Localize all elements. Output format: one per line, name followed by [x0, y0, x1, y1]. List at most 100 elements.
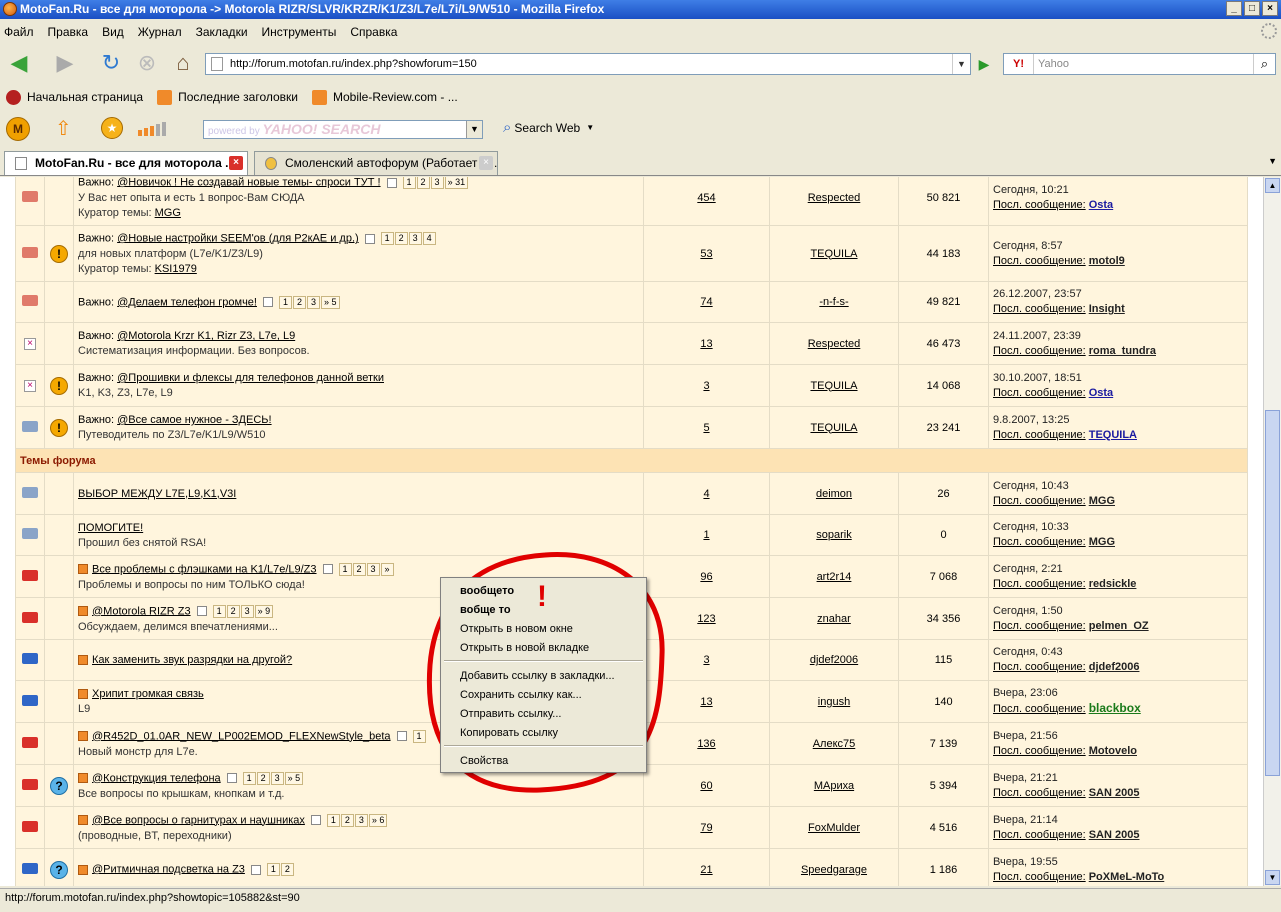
- last-poster-link[interactable]: MGG: [1089, 536, 1115, 548]
- author-link[interactable]: soparik: [816, 529, 851, 541]
- page-link[interactable]: » 5: [320, 295, 340, 309]
- scroll-down-button[interactable]: ▼: [1265, 870, 1280, 885]
- topic-title-link[interactable]: @R452D_01.0AR_NEW_LP002EMOD_FLEXNewStyle…: [92, 730, 391, 742]
- last-post-link[interactable]: Посл. сообщение:: [993, 703, 1086, 715]
- last-poster-link[interactable]: roma_tundra: [1089, 345, 1156, 357]
- author-link[interactable]: TEQUILA: [810, 380, 857, 392]
- page-link[interactable]: 1: [212, 604, 226, 618]
- scroll-up-button[interactable]: ▲: [1265, 178, 1280, 193]
- page-link[interactable]: 1: [326, 813, 340, 827]
- curator-link[interactable]: KSI1979: [155, 263, 197, 275]
- author-link[interactable]: FoxMulder: [808, 822, 860, 834]
- last-post-link[interactable]: Посл. сообщение:: [993, 871, 1086, 883]
- topic-title-link[interactable]: @Motorola Krzr K1, Rizr Z3, L7e, L9: [117, 330, 295, 342]
- page-link[interactable]: 3: [366, 562, 380, 576]
- page-link[interactable]: 2: [280, 863, 294, 876]
- star-icon[interactable]: ★: [101, 117, 123, 139]
- last-post-link[interactable]: Посл. сообщение:: [993, 661, 1086, 673]
- topic-title-link[interactable]: Как заменить звук разрядки на другой?: [92, 654, 292, 666]
- context-open-new-tab[interactable]: Открыть в новой вкладке: [460, 639, 589, 657]
- context-bookmark-link[interactable]: Добавить ссылку в закладки...: [460, 667, 615, 685]
- page-link[interactable]: 3: [430, 177, 444, 189]
- topic-title-link[interactable]: @Новые настройки SEEM'ов (для P2кАЕ и др…: [117, 232, 359, 244]
- replies-count-link[interactable]: 5: [703, 422, 709, 434]
- search-icon[interactable]: ⌕: [1253, 54, 1275, 74]
- minimize-button[interactable]: _: [1226, 1, 1242, 16]
- replies-count-link[interactable]: 13: [700, 696, 712, 708]
- page-link[interactable]: 1: [242, 771, 256, 785]
- bookmark-home[interactable]: Начальная страница: [6, 89, 143, 105]
- last-post-link[interactable]: Посл. сообщение:: [993, 536, 1086, 548]
- menu-view[interactable]: Вид: [102, 25, 124, 39]
- menu-file[interactable]: Файл: [4, 25, 34, 39]
- author-link[interactable]: TEQUILA: [810, 248, 857, 260]
- page-link[interactable]: » 6: [368, 813, 388, 827]
- bookmark-latest-headlines[interactable]: Последние заголовки: [157, 89, 298, 105]
- page-link[interactable]: 2: [416, 177, 430, 189]
- curator-link[interactable]: MGG: [155, 207, 181, 219]
- topic-title-link[interactable]: @Ритмичная подсветка на Z3: [92, 863, 245, 875]
- page-link[interactable]: 2: [340, 813, 354, 827]
- replies-count-link[interactable]: 74: [700, 296, 712, 308]
- last-post-link[interactable]: Посл. сообщение:: [993, 199, 1086, 211]
- last-poster-link[interactable]: PoXMeL-MoTo: [1089, 871, 1165, 883]
- menu-edit[interactable]: Правка: [48, 25, 89, 39]
- author-link[interactable]: znahar: [817, 613, 851, 625]
- topic-title-link[interactable]: ПОМОГИТЕ!: [78, 522, 143, 534]
- search-bar[interactable]: Y! Yahoo ⌕: [1003, 53, 1276, 75]
- page-link[interactable]: 3: [408, 232, 422, 245]
- author-link[interactable]: -n-f-s-: [819, 296, 848, 308]
- author-link[interactable]: TEQUILA: [810, 422, 857, 434]
- last-poster-link[interactable]: motol9: [1089, 255, 1125, 267]
- topic-title-link[interactable]: @Делаем телефон громче!: [117, 296, 257, 308]
- menu-bookmarks[interactable]: Закладки: [196, 25, 248, 39]
- topic-title-link[interactable]: ВЫБОР МЕЖДУ L7E,L9,K1,V3I: [78, 488, 236, 500]
- last-post-link[interactable]: Посл. сообщение:: [993, 345, 1086, 357]
- page-link[interactable]: 2: [256, 771, 270, 785]
- yahoo-search-input[interactable]: powered by YAHOO! SEARCH ▼: [203, 120, 483, 139]
- tab-motofan[interactable]: MotoFan.Ru - все для моторола ... ×: [4, 151, 248, 175]
- close-tab-icon[interactable]: ×: [479, 156, 493, 170]
- forward-button[interactable]: ▶: [52, 50, 78, 76]
- replies-count-link[interactable]: 96: [700, 571, 712, 583]
- tab-smolensk-autoforum[interactable]: Смоленский автофорум (Работает н... ×: [254, 151, 498, 175]
- reload-button[interactable]: ↻: [98, 50, 124, 76]
- last-post-link[interactable]: Посл. сообщение:: [993, 787, 1086, 799]
- page-link[interactable]: 2: [352, 562, 366, 576]
- page-link[interactable]: » 9: [254, 604, 274, 618]
- replies-count-link[interactable]: 3: [703, 654, 709, 666]
- close-window-button[interactable]: ×: [1262, 1, 1278, 16]
- topic-title-link[interactable]: @Все вопросы о гарнитурах и наушниках: [92, 814, 305, 826]
- page-link[interactable]: 1: [402, 177, 416, 189]
- context-properties[interactable]: Свойства: [460, 752, 508, 770]
- page-link[interactable]: 1: [266, 863, 280, 876]
- last-poster-link[interactable]: MGG: [1089, 495, 1115, 507]
- author-link[interactable]: МАриха: [814, 780, 854, 792]
- page-link[interactable]: 1: [278, 295, 292, 309]
- page-link[interactable]: 1: [380, 232, 394, 245]
- page-link[interactable]: 1: [338, 562, 352, 576]
- search-web-button[interactable]: ⌕ Search Web ▼: [503, 119, 594, 136]
- author-link[interactable]: Respected: [808, 192, 861, 204]
- home-button[interactable]: ⌂: [170, 50, 196, 76]
- last-poster-link[interactable]: djdef2006: [1089, 661, 1140, 673]
- replies-count-link[interactable]: 13: [700, 338, 712, 350]
- topic-title-link[interactable]: @Новичок ! Не создавай новые темы- спрос…: [117, 177, 380, 188]
- context-send-link[interactable]: Отправить ссылку...: [460, 705, 561, 723]
- scroll-thumb[interactable]: [1265, 410, 1280, 776]
- author-link[interactable]: djdef2006: [810, 654, 858, 666]
- page-link[interactable]: 3: [270, 771, 284, 785]
- last-post-link[interactable]: Посл. сообщение:: [993, 429, 1086, 441]
- author-link[interactable]: Алекс75: [813, 738, 856, 750]
- vertical-scrollbar[interactable]: ▲ ▼: [1263, 177, 1281, 886]
- page-link[interactable]: 3: [306, 295, 320, 309]
- topic-title-link[interactable]: @Motorola RIZR Z3: [92, 605, 191, 617]
- last-poster-link[interactable]: Osta: [1089, 387, 1113, 399]
- search-input[interactable]: Yahoo: [1038, 54, 1069, 74]
- last-poster-link[interactable]: SAN 2005: [1089, 787, 1140, 799]
- chevron-down-icon[interactable]: ▼: [952, 54, 970, 74]
- replies-count-link[interactable]: 123: [697, 613, 715, 625]
- context-suggestion-1[interactable]: вообщето: [460, 582, 514, 600]
- last-poster-link[interactable]: TEQUILA: [1089, 429, 1137, 441]
- page-link[interactable]: » 31: [444, 177, 469, 189]
